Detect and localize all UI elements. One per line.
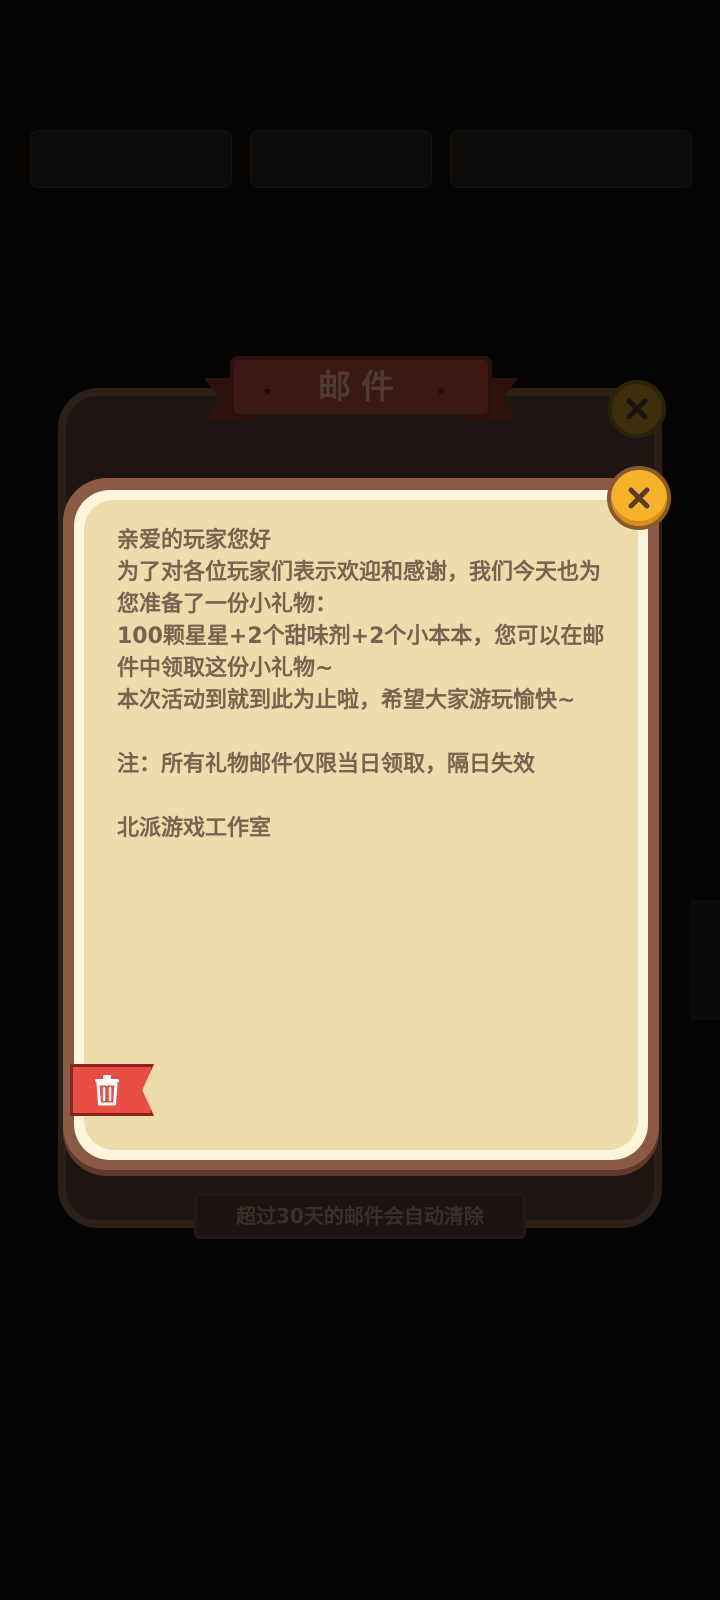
mail-expiry-note: 超过30天的邮件会自动清除: [194, 1193, 526, 1239]
mail-panel-close-button[interactable]: [608, 380, 666, 438]
letter-body: 亲爱的玩家您好 为了对各位玩家们表示欢迎和感谢，我们今天也为您准备了一份小礼物：…: [117, 525, 607, 845]
letter-signature: 北派游戏工作室: [117, 816, 272, 841]
delete-mail-button[interactable]: [70, 1064, 154, 1116]
background-side-button: [690, 900, 720, 1020]
letter-paragraph: 100颗星星+2个甜味剂+2个小本本，您可以在邮件中领取这份小礼物~: [117, 624, 605, 681]
trash-icon: [95, 1075, 119, 1106]
mail-panel-title: 邮件: [318, 367, 404, 406]
letter-greeting: 亲爱的玩家您好: [117, 528, 272, 553]
letter-paragraph: 本次活动到就到此为止啦，希望大家游玩愉快~: [117, 688, 576, 713]
letter-paragraph: 为了对各位玩家们表示欢迎和感谢，我们今天也为您准备了一份小礼物：: [117, 560, 602, 617]
close-icon: [626, 398, 648, 420]
close-icon: [628, 487, 650, 509]
letter-close-button[interactable]: [607, 466, 671, 530]
background-header-bar: [30, 130, 692, 190]
letter-note: 注：所有礼物邮件仅限当日领取，隔日失效: [117, 752, 536, 777]
